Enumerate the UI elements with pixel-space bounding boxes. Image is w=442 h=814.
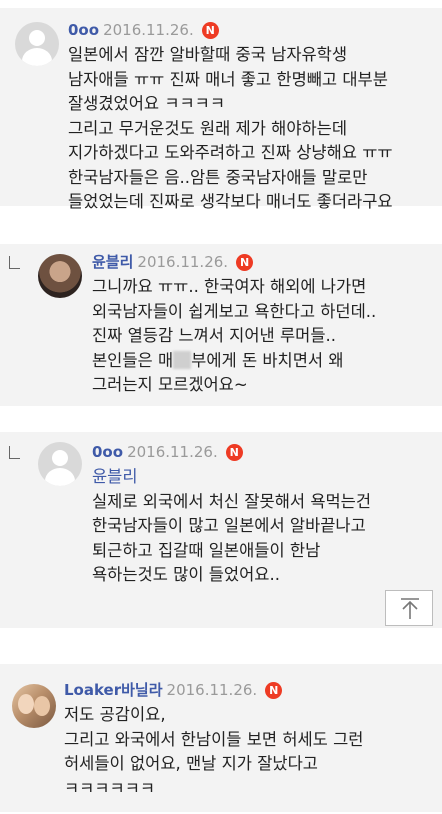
reply-corner-icon [9, 446, 20, 459]
reply-card: 윤블리 2016.11.26. N 그니까요 ㅠㅠ.. 한국여자 해외에 나가면 외… [0, 244, 442, 406]
comment-body: 그니까요 ㅠㅠ.. 한국여자 해외에 나가면 외국남자들이 쉽게보고 욕한다고 … [92, 277, 377, 394]
new-badge: N [265, 682, 283, 699]
comment-body: 일본에서 잠깐 알바할때 중국 남자유학생 남자애들 ㅠㅠ 진짜 매너 좋고 한… [68, 45, 393, 211]
comment-username[interactable]: 윤블리 [92, 253, 133, 271]
blurred-text [173, 350, 192, 369]
comment-username[interactable]: 0oo [68, 21, 99, 39]
comment-date: 2016.11.26. [127, 443, 218, 461]
mention[interactable]: 윤블리 [92, 465, 371, 490]
reply-corner-icon [9, 256, 20, 269]
comment-date: 2016.11.26. [137, 253, 229, 271]
new-badge: N [201, 22, 219, 39]
new-badge: N [236, 254, 254, 271]
comment-username[interactable]: Loaker바닐라 [64, 681, 163, 699]
comment-username[interactable]: 0oo [92, 443, 123, 461]
comment-card: 0oo 2016.11.26. N 일본에서 잠깐 알바할때 중국 남자유학생 남자… [0, 8, 442, 211]
new-badge: N [225, 444, 243, 461]
comment-card: Loaker바닐라 2016.11.26. N 저도 공감이요, 그리고 와국에서 … [0, 664, 442, 812]
comment-date: 2016.11.26. [166, 681, 258, 699]
comment-body: 윤블리 실제로 외국에서 처신 잘못해서 욕먹는건 한국남자들이 많고 일본에서… [92, 465, 372, 584]
avatar[interactable] [15, 22, 59, 66]
avatar[interactable] [12, 684, 56, 728]
avatar[interactable] [38, 254, 82, 298]
reply-card: 0oo 2016.11.26. N 윤블리 실제로 외국에서 처신 잘못해서 욕먹는… [0, 432, 442, 628]
scroll-top-button[interactable] [385, 590, 433, 626]
comment-body: 저도 공감이요, 그리고 와국에서 한남이들 보면 허세도 그런 허세들이 없어… [64, 705, 364, 798]
arrow-up-to-line-icon [401, 598, 419, 619]
avatar[interactable] [38, 442, 82, 486]
comment-date: 2016.11.26. [103, 21, 194, 39]
